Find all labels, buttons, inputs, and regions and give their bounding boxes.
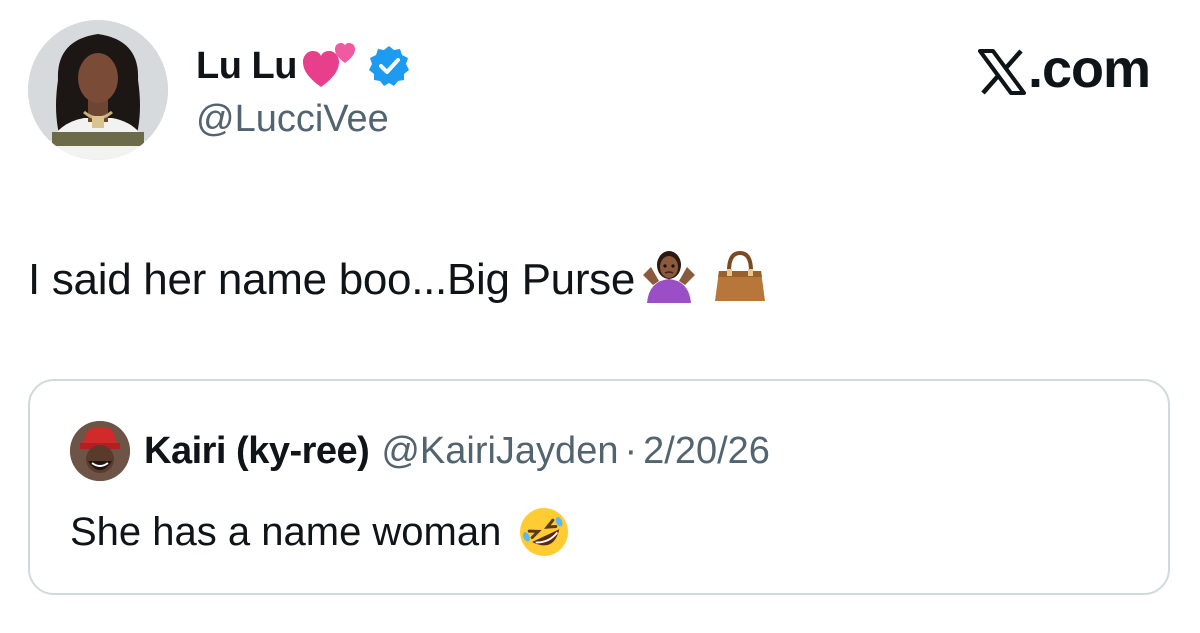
x-brand-watermark: .com	[977, 38, 1151, 100]
quoted-tweet-header: Kairi (ky-ree) @KairiJayden · 2/20/26	[70, 421, 770, 481]
quoted-tweet-text-row: She has a name woman	[70, 505, 571, 559]
separator-dot: ·	[624, 429, 638, 472]
author-name-row: Lu Lu	[196, 40, 411, 92]
author-name[interactable]: Lu Lu	[196, 45, 297, 88]
tweet-text-row: I said her name boo...Big Purse	[28, 245, 769, 305]
brand-label: .com	[1027, 39, 1151, 99]
quoted-tweet-text: She has a name woman	[70, 509, 502, 554]
quoted-tweet-card[interactable]: Kairi (ky-ree) @KairiJayden · 2/20/26 Sh…	[28, 379, 1170, 595]
quoted-author-name[interactable]: Kairi (ky-ree)	[144, 430, 370, 473]
author-avatar[interactable]	[28, 20, 168, 160]
tweet-text: I said her name boo...Big Purse	[28, 255, 636, 304]
handbag-emoji	[711, 247, 769, 305]
quoted-author-handle[interactable]: @KairiJayden	[381, 430, 618, 473]
tweet-card: Lu Lu @LucciVee .com I said her name boo…	[0, 0, 1200, 633]
x-logo-icon	[977, 46, 1026, 95]
quoted-tweet-date[interactable]: 2/20/26	[643, 430, 770, 473]
person-shrugging-emoji	[639, 245, 699, 305]
rolling-on-floor-laughing-emoji	[517, 505, 571, 559]
quoted-author-avatar[interactable]	[70, 421, 130, 481]
two-hearts-emoji	[301, 41, 359, 91]
author-handle[interactable]: @LucciVee	[196, 98, 389, 141]
verified-badge-icon[interactable]	[367, 44, 411, 88]
